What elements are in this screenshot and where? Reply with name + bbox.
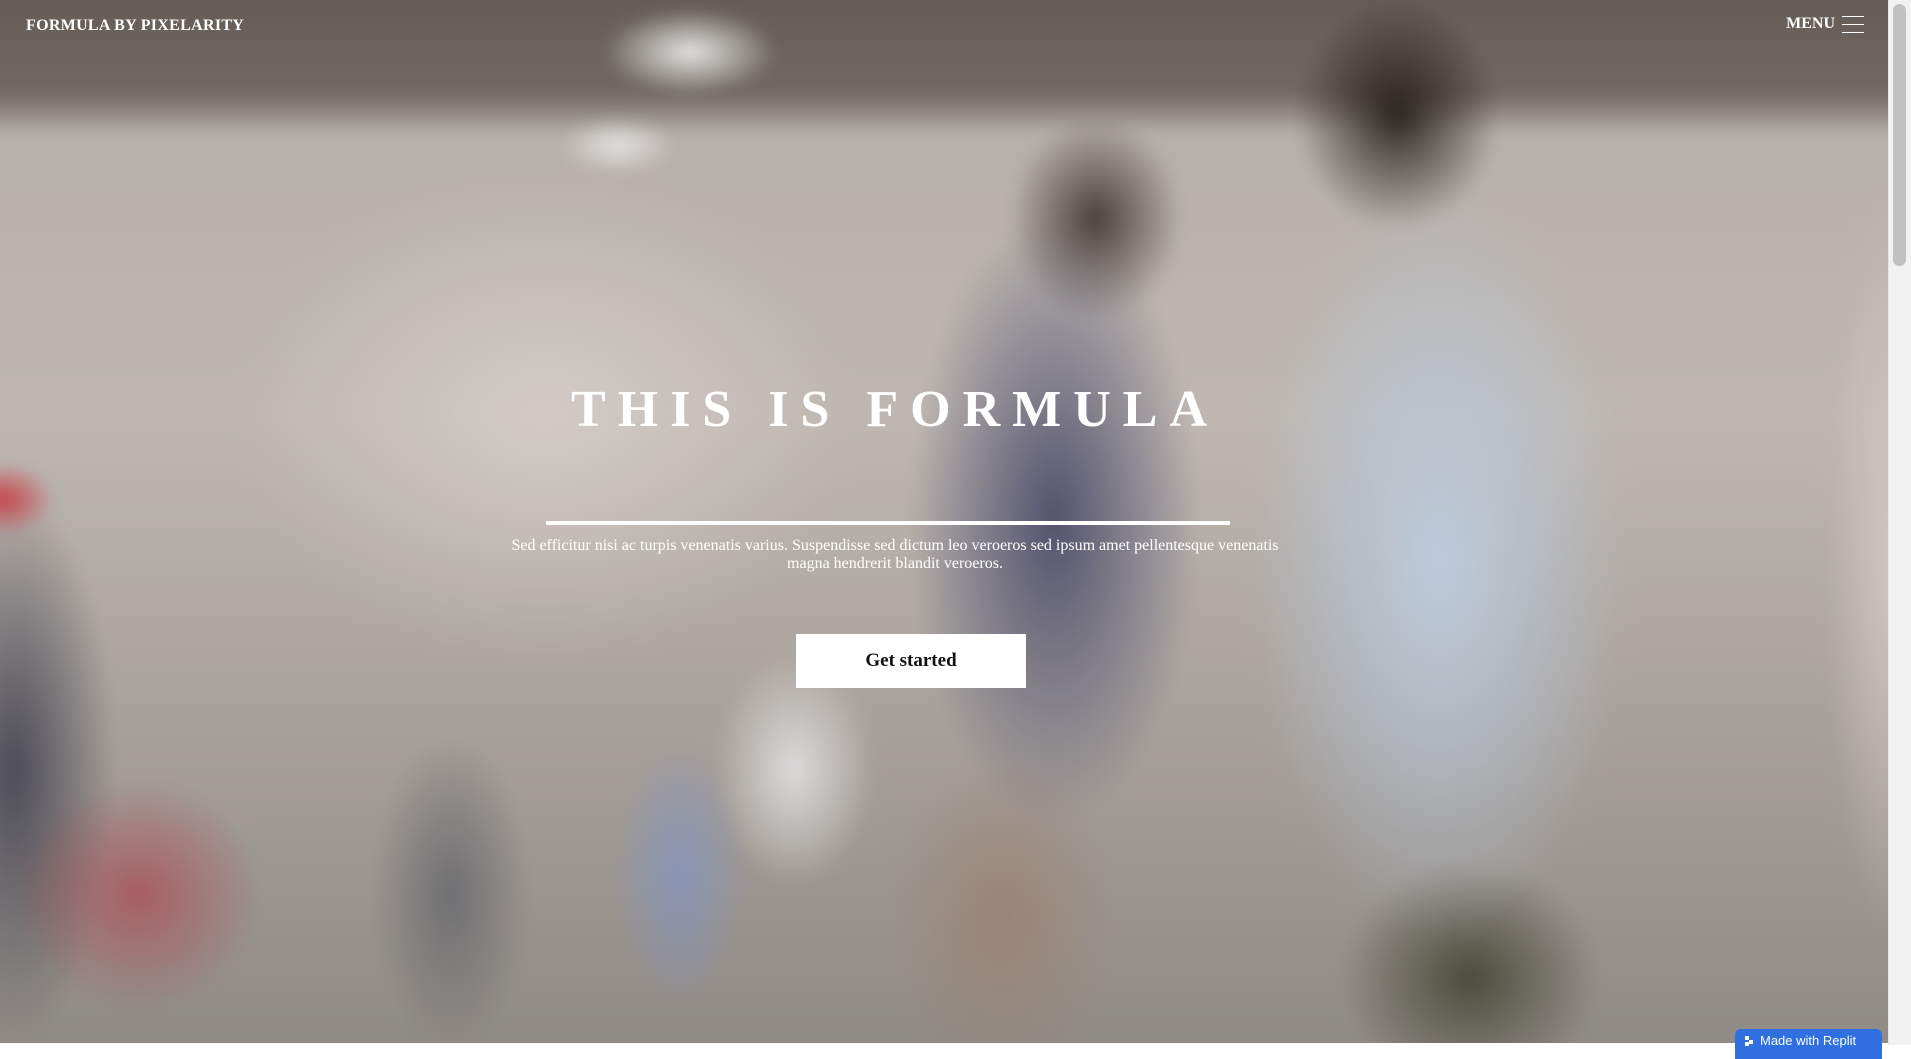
vertical-scrollbar[interactable] bbox=[1888, 0, 1911, 1045]
get-started-button[interactable]: Get started bbox=[796, 634, 1026, 688]
badge-label: Made with Replit bbox=[1760, 1033, 1857, 1048]
menu-label: MENU bbox=[1786, 15, 1835, 32]
menu-button[interactable]: MENU bbox=[1786, 13, 1864, 35]
scrollbar-thumb[interactable] bbox=[1893, 4, 1906, 266]
made-with-replit-badge[interactable]: Made with Replit bbox=[1735, 1029, 1882, 1059]
hero-title: THIS IS FORMULA bbox=[570, 381, 1220, 438]
hero-description: Sed efficitur nisi ac turpis venenatis v… bbox=[511, 537, 1279, 572]
hero-divider bbox=[546, 521, 1230, 525]
hamburger-icon bbox=[1842, 13, 1864, 35]
page-viewport: FORMULA BY PIXELARITY MENU THIS IS FORMU… bbox=[0, 0, 1888, 1043]
site-title[interactable]: FORMULA BY PIXELARITY bbox=[26, 17, 244, 35]
